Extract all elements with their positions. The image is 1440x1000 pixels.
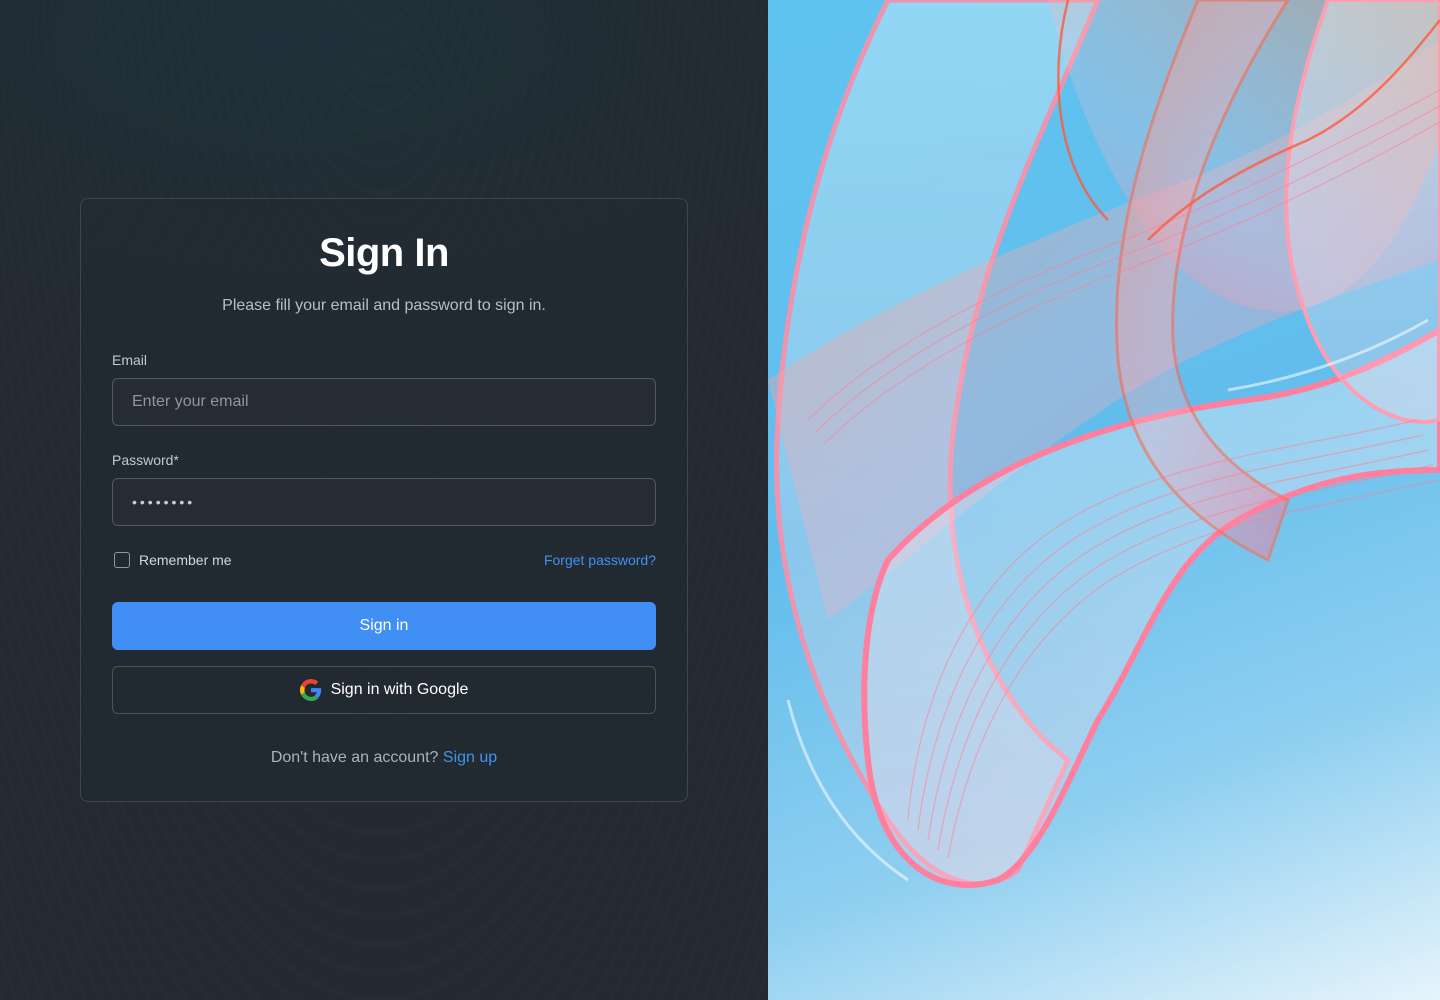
signin-button[interactable]: Sign in xyxy=(112,602,656,650)
login-panel: Sign In Please fill your email and passw… xyxy=(0,0,768,1000)
signup-row: Don't have an account? Sign up xyxy=(81,749,687,767)
email-label: Email xyxy=(112,352,148,368)
password-field[interactable] xyxy=(112,478,656,526)
page-subtitle: Please fill your email and password to s… xyxy=(222,297,546,314)
signup-link[interactable]: Sign up xyxy=(443,749,497,766)
password-label: Password* xyxy=(112,452,179,468)
google-signin-label: Sign in with Google xyxy=(330,681,469,698)
google-signin-button[interactable]: Sign in with Google xyxy=(112,666,656,714)
remember-me-row[interactable]: Remember me xyxy=(114,552,232,568)
signin-card: Sign In Please fill your email and passw… xyxy=(80,198,688,802)
page-title: Sign In xyxy=(319,231,449,275)
forgot-password-link[interactable]: Forget password? xyxy=(544,552,656,568)
email-field[interactable] xyxy=(112,378,656,426)
remember-me-label[interactable]: Remember me xyxy=(139,552,232,568)
google-icon xyxy=(299,679,322,701)
hero-artwork xyxy=(768,0,1440,1000)
remember-me-checkbox[interactable] xyxy=(114,552,130,568)
no-account-text: Don't have an account? xyxy=(270,749,439,766)
abstract-ribbon-image xyxy=(768,0,1440,888)
